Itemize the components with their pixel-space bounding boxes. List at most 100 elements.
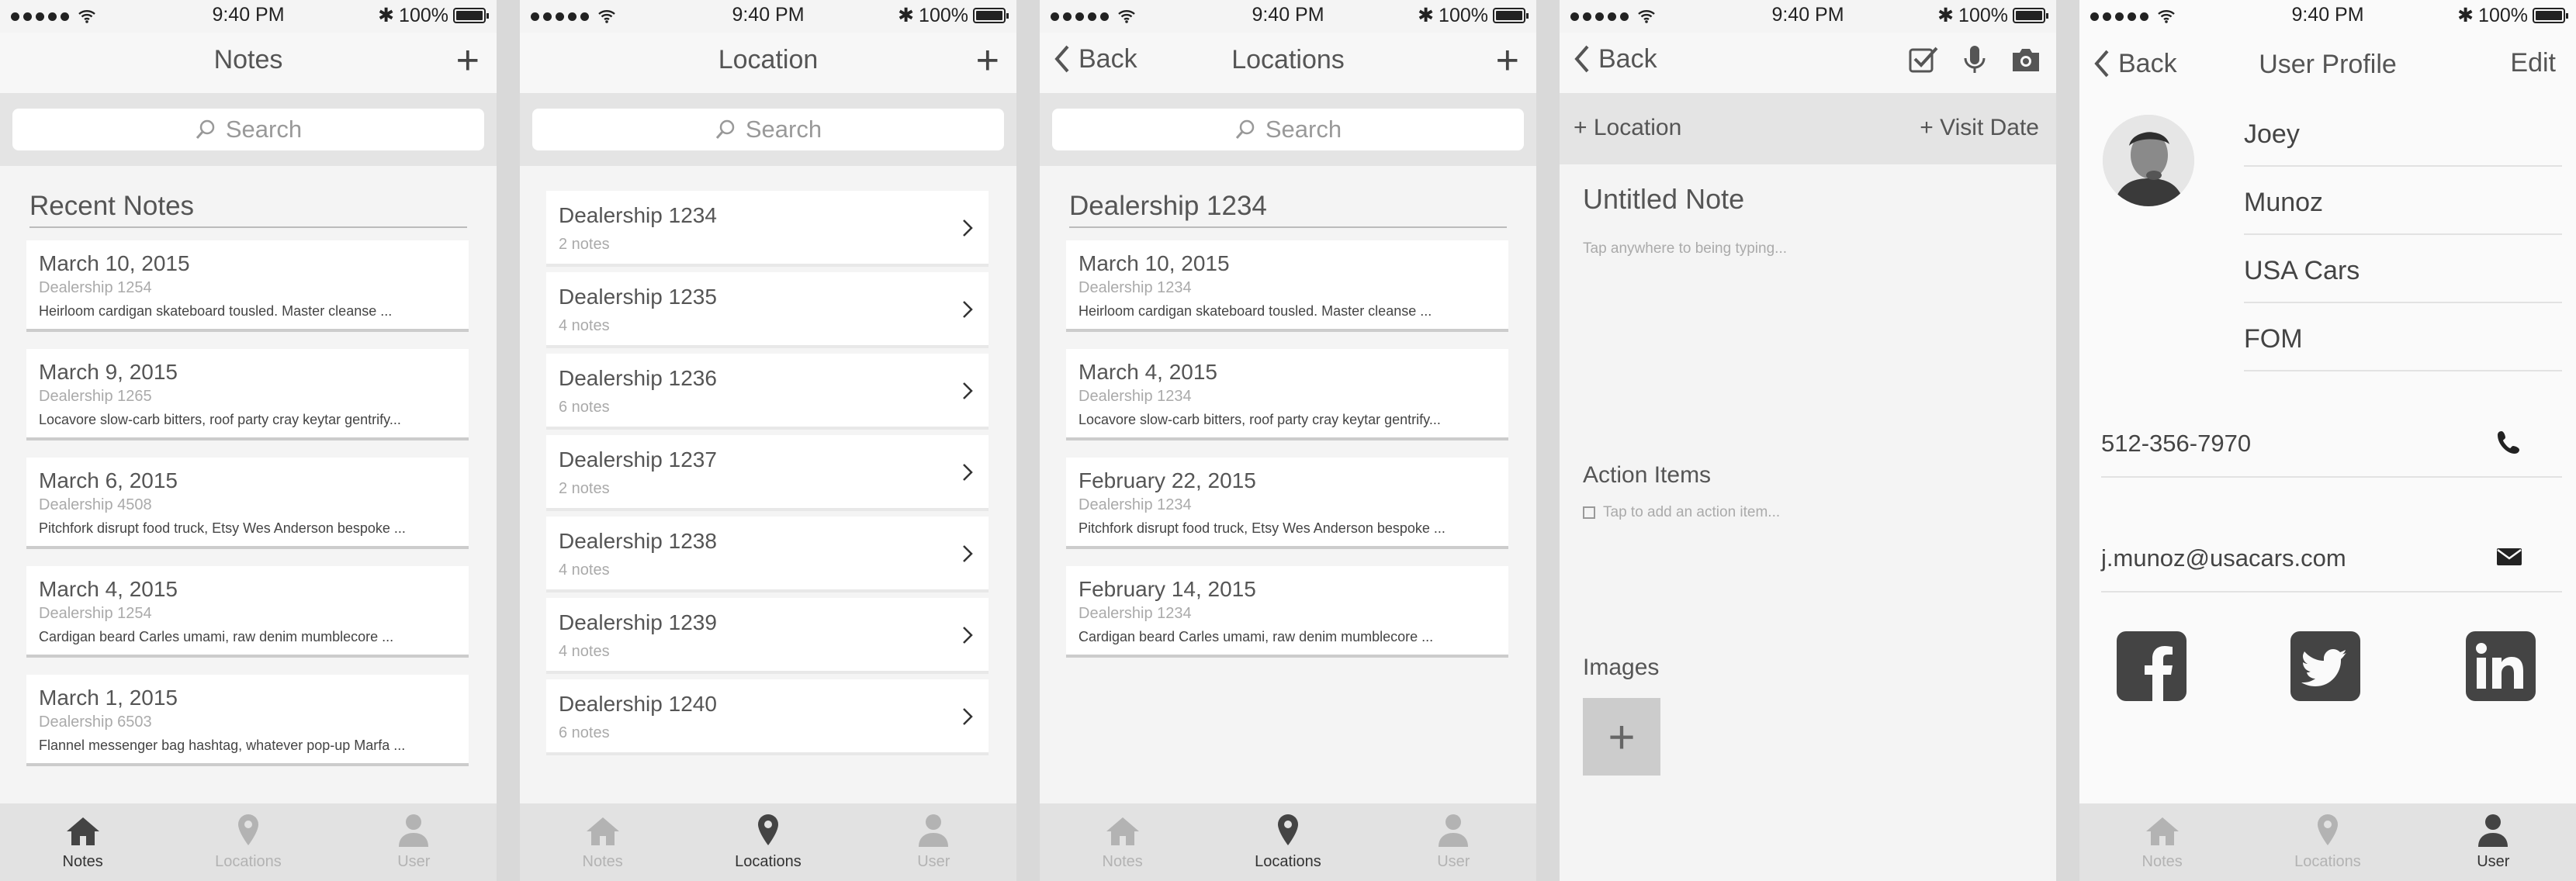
checkbox[interactable] [1583, 506, 1595, 519]
camera-icon[interactable] [2010, 43, 2042, 76]
location-name: Dealership 1239 [559, 610, 717, 634]
status-bar: 9:40 PM ✱ 100% [520, 0, 1016, 33]
checkbox-icon[interactable] [1907, 43, 1940, 76]
chevron-right-icon [963, 545, 973, 562]
note-preview: Locavore slow-carb bitters, roof party c… [39, 412, 401, 427]
tab-user[interactable]: User [2411, 803, 2576, 881]
note-card[interactable]: March 4, 2015 Dealership 1234 Locavore slo… [1066, 349, 1508, 440]
tab-user[interactable]: User [1371, 803, 1536, 881]
avatar [2103, 115, 2194, 206]
battery-percent: 100% [919, 4, 968, 26]
add-location-button[interactable]: + Location [1574, 115, 1681, 141]
last-name-field[interactable]: Munoz [2244, 188, 2562, 235]
location-row[interactable]: Dealership 1240 6 notes [546, 679, 989, 755]
back-button[interactable]: Back [1574, 43, 1657, 74]
add-button[interactable]: + [456, 40, 480, 81]
tab-label: Locations [2294, 853, 2361, 870]
role-field[interactable]: FOM [2244, 324, 2562, 371]
location-pin-icon [1277, 814, 1298, 845]
note-date: March 1, 2015 [39, 686, 178, 710]
location-row[interactable]: Dealership 1235 4 notes [546, 272, 989, 348]
user-icon [2478, 814, 2508, 847]
tab-user[interactable]: User [331, 803, 497, 881]
note-card[interactable]: March 10, 2015 Dealership 1254 Heirloom ca… [26, 240, 469, 332]
search-input[interactable]: Search [12, 109, 484, 150]
note-card[interactable]: March 10, 2015 Dealership 1234 Heirloom ca… [1066, 240, 1508, 332]
location-row[interactable]: Dealership 1239 4 notes [546, 598, 989, 674]
edit-button[interactable]: Edit [2510, 48, 2556, 78]
mail-icon[interactable] [2495, 543, 2523, 571]
home-icon [2145, 817, 2179, 845]
add-button[interactable]: + [976, 40, 999, 81]
note-title-field[interactable]: Untitled Note [1583, 183, 1744, 216]
back-label: Back [1598, 43, 1657, 74]
page-title: Location [718, 45, 819, 74]
first-name-field[interactable]: Joey [2244, 119, 2562, 167]
tab-label: User [917, 853, 950, 870]
search-input[interactable]: Search [532, 109, 1004, 150]
user-icon [399, 814, 429, 847]
add-visit-date-button[interactable]: + Visit Date [1920, 115, 2039, 141]
tab-notes[interactable]: Notes [520, 803, 685, 881]
note-card[interactable]: March 1, 2015 Dealership 6503 Flannel mess… [26, 675, 469, 766]
email-row[interactable]: j.munoz@usacars.com [2101, 524, 2562, 593]
tab-locations[interactable]: Locations [2245, 803, 2410, 881]
note-count: 4 notes [559, 643, 610, 660]
add-action-item[interactable]: Tap to add an action item... [1583, 504, 1780, 521]
location-row[interactable]: Dealership 1238 4 notes [546, 517, 989, 593]
tab-user[interactable]: User [851, 803, 1016, 881]
location-row[interactable]: Dealership 1237 2 notes [546, 435, 989, 511]
note-location: Dealership 4508 [39, 496, 152, 513]
status-bar: 9:40 PM ✱ 100% [2079, 0, 2576, 33]
nav-bar: Back User Profile Edit [2079, 33, 2576, 93]
location-row[interactable]: Dealership 1236 6 notes [546, 354, 989, 430]
add-button[interactable]: + [1496, 40, 1519, 81]
chevron-right-icon [963, 464, 973, 481]
note-date: March 10, 2015 [1079, 251, 1230, 275]
microphone-icon[interactable] [1958, 43, 1991, 76]
location-pin-icon [2317, 814, 2338, 845]
tab-notes[interactable]: Notes [0, 803, 165, 881]
battery-percent: 100% [399, 4, 448, 26]
location-name: Dealership 1237 [559, 447, 717, 472]
tab-locations[interactable]: Locations [165, 803, 331, 881]
nav-bar: Location + [520, 33, 1016, 95]
search-bar: Search [1040, 93, 1536, 166]
add-image-button[interactable]: + [1583, 698, 1660, 776]
location-name: Dealership 1238 [559, 529, 717, 553]
nav-bar: Back Locations + [1040, 33, 1536, 95]
tab-bar: Notes Locations User [2079, 803, 2576, 881]
note-card[interactable]: March 4, 2015 Dealership 1254 Cardigan bea… [26, 566, 469, 658]
note-preview: Locavore slow-carb bitters, roof party c… [1079, 412, 1441, 427]
location-row[interactable]: Dealership 1234 2 notes [546, 191, 989, 267]
search-input[interactable]: Search [1052, 109, 1524, 150]
tab-bar: Notes Locations User [1040, 803, 1536, 881]
tab-label: Locations [215, 853, 282, 870]
tab-notes[interactable]: Notes [1040, 803, 1205, 881]
note-body-field[interactable]: Tap anywhere to being typing... [1583, 240, 1787, 257]
bluetooth-icon: ✱ [2457, 5, 2474, 26]
tab-locations[interactable]: Locations [1205, 803, 1370, 881]
location-pin-icon [237, 814, 258, 845]
twitter-icon[interactable] [2290, 631, 2360, 701]
note-card[interactable]: March 6, 2015 Dealership 4508 Pitchfork di… [26, 458, 469, 549]
note-location: Dealership 1234 [1079, 279, 1192, 296]
tab-bar: Notes Locations User [0, 803, 497, 881]
note-preview: Pitchfork disrupt food truck, Etsy Wes A… [1079, 520, 1446, 536]
phone-row[interactable]: 512-356-7970 [2101, 409, 2562, 478]
note-card[interactable]: March 9, 2015 Dealership 1265 Locavore slo… [26, 349, 469, 440]
note-card[interactable]: February 22, 2015 Dealership 1234 Pitchfor… [1066, 458, 1508, 549]
note-date: March 4, 2015 [39, 577, 178, 601]
note-location: Dealership 1234 [1079, 605, 1192, 622]
tab-notes[interactable]: Notes [2079, 803, 2245, 881]
note-date: March 4, 2015 [1079, 360, 1217, 384]
phone-icon[interactable] [2495, 428, 2523, 456]
tab-locations[interactable]: Locations [685, 803, 850, 881]
note-card[interactable]: February 14, 2015 Dealership 1234 Cardigan… [1066, 566, 1508, 658]
note-location: Dealership 1254 [39, 279, 152, 296]
location-detail-screen: 9:40 PM ✱ 100% Back Locations + Search De… [1040, 0, 1536, 881]
company-field[interactable]: USA Cars [2244, 256, 2562, 303]
action-items-heading: Action Items [1583, 462, 1712, 488]
facebook-icon[interactable] [2117, 631, 2186, 701]
linkedin-icon[interactable] [2466, 631, 2536, 701]
